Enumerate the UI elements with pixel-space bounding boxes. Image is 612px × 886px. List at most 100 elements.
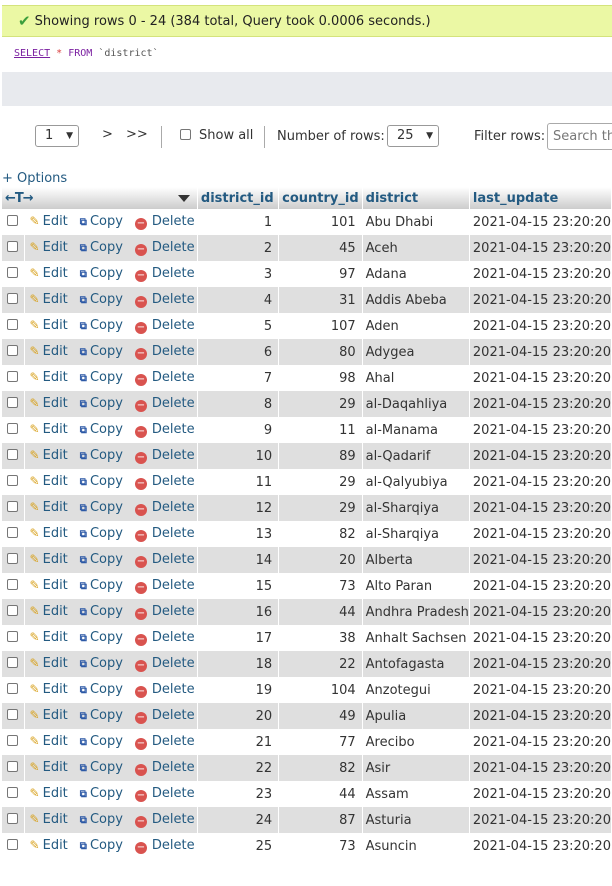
cell-last-update[interactable]: 2021-04-15 23:20:20 [469,365,612,391]
copy-action[interactable]: ⧉ Copy [80,318,123,333]
row-checkbox[interactable] [7,474,19,486]
edit-action[interactable]: ✎ Edit [30,838,68,853]
row-checkbox-cell[interactable] [2,677,25,703]
row-checkbox-cell[interactable] [2,547,25,573]
row-checkbox-cell[interactable] [2,417,25,443]
cell-district[interactable]: al-Sharqiya [362,521,470,547]
cell-country-id[interactable]: 82 [278,521,363,547]
row-checkbox-cell[interactable] [2,313,25,339]
column-arrows-icon[interactable]: ←T→ [5,191,34,206]
cell-country-id[interactable]: 82 [278,755,363,781]
cell-last-update[interactable]: 2021-04-15 23:20:20 [469,781,612,807]
cell-last-update[interactable]: 2021-04-15 23:20:20 [469,651,612,677]
copy-action[interactable]: ⧉ Copy [80,604,123,619]
row-checkbox[interactable] [7,266,19,278]
cell-last-update[interactable]: 2021-04-15 23:20:20 [469,339,612,365]
row-checkbox[interactable] [7,448,19,460]
row-checkbox-cell[interactable] [2,443,25,469]
cell-district-id[interactable]: 8 [197,391,280,417]
column-header-last-update[interactable]: last_update [469,187,612,209]
cell-district[interactable]: al-Daqahliya [362,391,470,417]
sort-dropdown-icon[interactable] [177,194,190,202]
copy-action[interactable]: ⧉ Copy [80,448,123,463]
edit-action[interactable]: ✎ Edit [30,682,68,697]
cell-last-update[interactable]: 2021-04-15 23:20:20 [469,703,612,729]
cell-district[interactable]: Aden [362,313,470,339]
last-page-button[interactable]: >> [126,127,148,142]
cell-district-id[interactable]: 18 [197,651,280,677]
delete-action[interactable]: − Delete [134,240,195,256]
cell-country-id[interactable]: 20 [278,547,363,573]
cell-last-update[interactable]: 2021-04-15 23:20:20 [469,677,612,703]
cell-district-id[interactable]: 22 [197,755,280,781]
cell-district-id[interactable]: 16 [197,599,280,625]
cell-district[interactable]: Ahal [362,365,470,391]
cell-last-update[interactable]: 2021-04-15 23:20:20 [469,599,612,625]
edit-action[interactable]: ✎ Edit [30,214,68,229]
cell-district[interactable]: al-Qadarif [362,443,470,469]
cell-country-id[interactable]: 80 [278,339,363,365]
cell-country-id[interactable]: 44 [278,599,363,625]
row-checkbox[interactable] [7,552,19,564]
cell-last-update[interactable]: 2021-04-15 23:20:20 [469,625,612,651]
cell-district-id[interactable]: 12 [197,495,280,521]
edit-action[interactable]: ✎ Edit [30,786,68,801]
row-checkbox[interactable] [7,344,19,356]
row-checkbox[interactable] [7,214,19,226]
row-checkbox-cell[interactable] [2,625,25,651]
row-checkbox[interactable] [7,578,19,590]
edit-action[interactable]: ✎ Edit [30,630,68,645]
edit-action[interactable]: ✎ Edit [30,604,68,619]
row-checkbox-cell[interactable] [2,729,25,755]
edit-action[interactable]: ✎ Edit [30,500,68,515]
copy-action[interactable]: ⧉ Copy [80,422,123,437]
cell-district-id[interactable]: 23 [197,781,280,807]
row-checkbox[interactable] [7,838,19,850]
row-checkbox[interactable] [7,734,19,746]
cell-district-id[interactable]: 24 [197,807,280,833]
cell-district[interactable]: Addis Abeba [362,287,470,313]
copy-action[interactable]: ⧉ Copy [80,552,123,567]
cell-district[interactable]: Anzotegui [362,677,470,703]
edit-action[interactable]: ✎ Edit [30,422,68,437]
cell-district[interactable]: Alberta [362,547,470,573]
copy-action[interactable]: ⧉ Copy [80,344,123,359]
delete-action[interactable]: − Delete [134,838,195,854]
cell-country-id[interactable]: 31 [278,287,363,313]
row-checkbox-cell[interactable] [2,365,25,391]
cell-district[interactable]: Asuncin [362,833,470,859]
column-header-district[interactable]: district [362,187,470,209]
cell-district[interactable]: Arecibo [362,729,470,755]
edit-action[interactable]: ✎ Edit [30,734,68,749]
cell-last-update[interactable]: 2021-04-15 23:20:20 [469,443,612,469]
cell-district[interactable]: Alto Paran [362,573,470,599]
copy-action[interactable]: ⧉ Copy [80,370,123,385]
cell-district[interactable]: Adygea [362,339,470,365]
row-checkbox-cell[interactable] [2,235,25,261]
row-checkbox[interactable] [7,240,19,252]
cell-last-update[interactable]: 2021-04-15 23:20:20 [469,287,612,313]
cell-district[interactable]: Asturia [362,807,470,833]
row-checkbox-cell[interactable] [2,573,25,599]
edit-action[interactable]: ✎ Edit [30,370,68,385]
cell-last-update[interactable]: 2021-04-15 23:20:20 [469,833,612,859]
cell-country-id[interactable]: 45 [278,235,363,261]
cell-last-update[interactable]: 2021-04-15 23:20:20 [469,755,612,781]
copy-action[interactable]: ⧉ Copy [80,578,123,593]
delete-action[interactable]: − Delete [134,474,195,490]
cell-district[interactable]: al-Sharqiya [362,495,470,521]
cell-last-update[interactable]: 2021-04-15 23:20:20 [469,729,612,755]
cell-district[interactable]: Antofagasta [362,651,470,677]
delete-action[interactable]: − Delete [134,578,195,594]
row-checkbox-cell[interactable] [2,261,25,287]
delete-action[interactable]: − Delete [134,760,195,776]
cell-district-id[interactable]: 3 [197,261,280,287]
cell-district[interactable]: al-Manama [362,417,470,443]
copy-action[interactable]: ⧉ Copy [80,656,123,671]
row-checkbox[interactable] [7,526,19,538]
cell-country-id[interactable]: 44 [278,781,363,807]
edit-action[interactable]: ✎ Edit [30,448,68,463]
edit-action[interactable]: ✎ Edit [30,240,68,255]
copy-action[interactable]: ⧉ Copy [80,214,123,229]
cell-country-id[interactable]: 87 [278,807,363,833]
